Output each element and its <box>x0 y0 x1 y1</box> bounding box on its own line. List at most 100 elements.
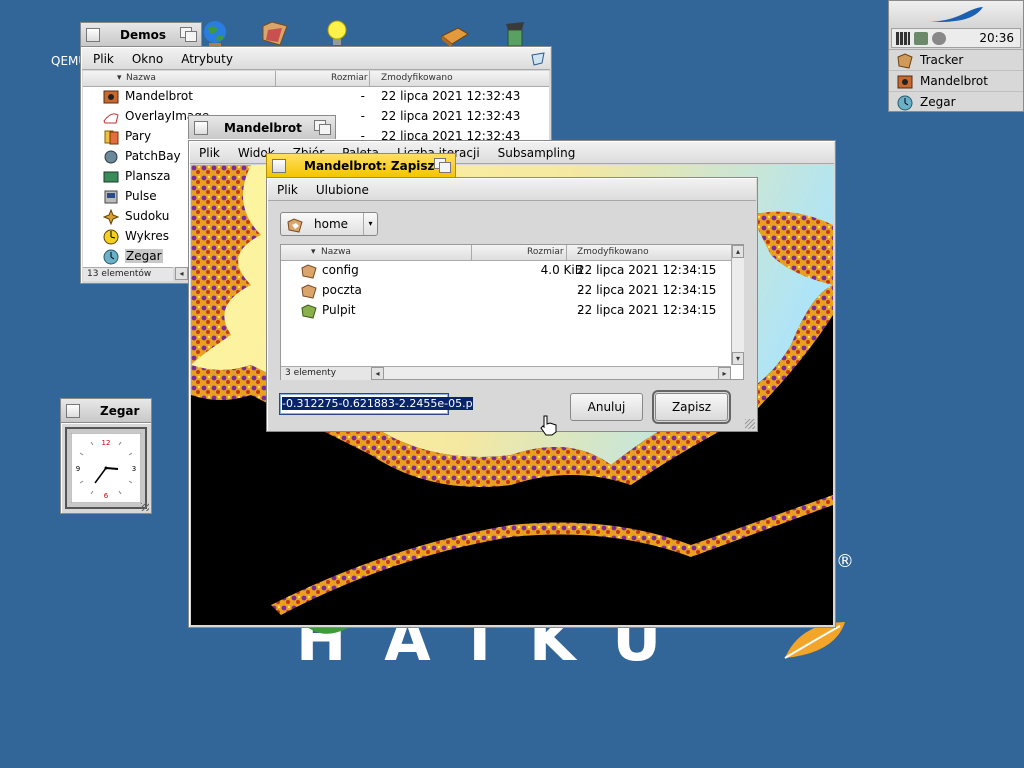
close-button[interactable] <box>272 158 286 173</box>
folder-icon <box>301 284 317 299</box>
deskbar-item-label: Tracker <box>920 53 964 67</box>
item-name: Sudoku <box>125 209 170 223</box>
window-title: Mandelbrot <box>224 120 302 135</box>
scroll-left-button[interactable]: ◂ <box>175 267 188 280</box>
horizontal-scrollbar[interactable]: ◂ ▸ <box>371 366 731 380</box>
hour-hand <box>105 467 119 470</box>
lightbulb-desktop-icon[interactable] <box>322 18 352 48</box>
filename-text: -0.312275-0.621883-2.2455e-05.p <box>282 397 473 410</box>
haiku-leaf-icon <box>927 7 983 22</box>
column-modified[interactable]: Zmodyfikowano <box>381 73 453 83</box>
clock-face-frame: 12 3 6 9 <box>65 427 147 509</box>
scroll-left-button[interactable]: ◂ <box>371 367 384 380</box>
location-dropdown[interactable]: home ▾ <box>280 212 378 236</box>
scroll-down-button[interactable]: ▾ <box>732 352 744 365</box>
wykres-icon <box>103 229 119 245</box>
clock-window-tab[interactable]: Zegar <box>60 398 152 422</box>
scroll-up-button[interactable]: ▴ <box>732 245 744 258</box>
menu-plik[interactable]: Plik <box>268 183 307 197</box>
navigator-icon[interactable] <box>530 51 546 67</box>
window-title: Mandelbrot: Zapisz <box>304 158 435 173</box>
resize-grip-icon[interactable] <box>141 503 149 511</box>
column-size[interactable]: Rozmiar <box>331 73 368 83</box>
item-size: - <box>360 89 365 103</box>
column-modified[interactable]: Zmodyfikowano <box>577 247 649 257</box>
list-item[interactable]: Pulpit - 22 lipca 2021 12:34:15 <box>301 301 731 321</box>
numeral-9: 9 <box>76 465 80 473</box>
item-date: 22 lipca 2021 12:34:15 <box>577 263 717 277</box>
chevron-down-icon: ▾ <box>363 213 377 235</box>
menu-plik[interactable]: Plik <box>190 146 229 160</box>
list-item[interactable]: config 4.0 KiB 22 lipca 2021 12:34:15 <box>301 261 731 281</box>
numeral-3: 3 <box>132 465 136 473</box>
item-size: - <box>578 283 583 297</box>
cpu-meter-icon[interactable] <box>896 32 910 45</box>
deskbar-item-label: Mandelbrot <box>920 74 988 88</box>
clock-window: 12 3 6 9 <box>60 422 152 514</box>
deskbar-item-mandelbrot[interactable]: Mandelbrot <box>889 70 1023 91</box>
disk-icon[interactable] <box>932 32 946 45</box>
zoom-button[interactable] <box>180 27 197 42</box>
scroll-right-button[interactable]: ▸ <box>718 367 731 380</box>
status-count: 13 elementów <box>83 267 173 281</box>
patchbay-icon <box>104 150 118 164</box>
item-name: Wykres <box>125 229 170 243</box>
deskbar-clock[interactable]: 20:36 <box>979 31 1014 45</box>
save-dialog-tab[interactable]: Mandelbrot: Zapisz <box>266 153 456 177</box>
close-button[interactable] <box>66 403 80 418</box>
sort-arrow-icon: ▾ <box>311 247 316 257</box>
folder-icon <box>301 264 317 279</box>
close-button[interactable] <box>194 120 208 135</box>
list-item[interactable]: poczta - 22 lipca 2021 12:34:15 <box>301 281 731 301</box>
save-button[interactable]: Zapisz <box>652 390 731 424</box>
deskbar-leaf-button[interactable] <box>889 1 1023 27</box>
mandelbrot-window-tab[interactable]: Mandelbrot <box>188 115 336 139</box>
deskbar-item-label: Zegar <box>920 95 956 109</box>
list-item[interactable]: Mandelbrot - 22 lipca 2021 12:32:43 <box>103 87 543 107</box>
cards-icon <box>104 130 119 145</box>
item-name: Pulpit <box>322 303 356 317</box>
window-title: Demos <box>120 27 166 42</box>
column-name[interactable]: Nazwa <box>126 73 156 83</box>
demos-window-tab[interactable]: Demos <box>80 22 202 46</box>
filename-field[interactable]: -0.312275-0.621883-2.2455e-05.p <box>279 393 473 415</box>
menu-plik[interactable]: Plik <box>84 52 123 66</box>
item-name: poczta <box>322 283 362 297</box>
tracker-icon <box>897 53 913 69</box>
home-folder-icon <box>287 218 303 233</box>
trash-desktop-icon[interactable] <box>500 18 530 48</box>
item-name: Pulse <box>125 189 157 203</box>
item-date: 22 lipca 2021 12:34:15 <box>577 303 717 317</box>
column-name[interactable]: Nazwa <box>321 247 351 257</box>
cancel-button[interactable]: Anuluj <box>570 393 643 421</box>
menubar: Plik Ulubione <box>268 179 756 201</box>
window-title: Zegar <box>100 403 140 418</box>
network-icon[interactable] <box>914 32 928 45</box>
deskbar-item-zegar[interactable]: Zegar <box>889 91 1023 112</box>
mandelbrot-icon <box>103 90 119 104</box>
sudoku-icon <box>103 209 119 225</box>
menu-ulubione[interactable]: Ulubione <box>307 183 378 197</box>
clock-icon <box>103 249 119 265</box>
deskbar: 20:36 Tracker Mandelbrot Zegar <box>888 0 1024 112</box>
zoom-button[interactable] <box>314 120 331 135</box>
menu-okno[interactable]: Okno <box>123 52 172 66</box>
column-size[interactable]: Rozmiar <box>527 247 564 257</box>
item-date: 22 lipca 2021 12:32:43 <box>381 89 521 103</box>
menu-subsampling[interactable]: Subsampling <box>489 146 585 160</box>
item-size: 4.0 KiB <box>540 263 583 277</box>
deskbar-tray: 20:36 <box>891 28 1021 48</box>
close-button[interactable] <box>86 27 100 42</box>
status-count: 3 elementy <box>281 366 371 380</box>
sort-arrow-icon: ▾ <box>117 73 122 83</box>
deskbar-item-tracker[interactable]: Tracker <box>889 49 1023 70</box>
folder-desktop-icon[interactable] <box>260 18 290 48</box>
globe-desktop-icon[interactable] <box>200 18 230 48</box>
location-label: home <box>314 217 349 231</box>
item-name: PatchBay <box>125 149 181 163</box>
resize-grip-icon[interactable] <box>745 419 755 429</box>
menu-atrybuty[interactable]: Atrybuty <box>172 52 242 66</box>
clock-face[interactable]: 12 3 6 9 <box>71 433 141 503</box>
vertical-scrollbar[interactable]: ▴ ▾ <box>731 245 744 365</box>
zoom-button[interactable] <box>434 158 451 173</box>
